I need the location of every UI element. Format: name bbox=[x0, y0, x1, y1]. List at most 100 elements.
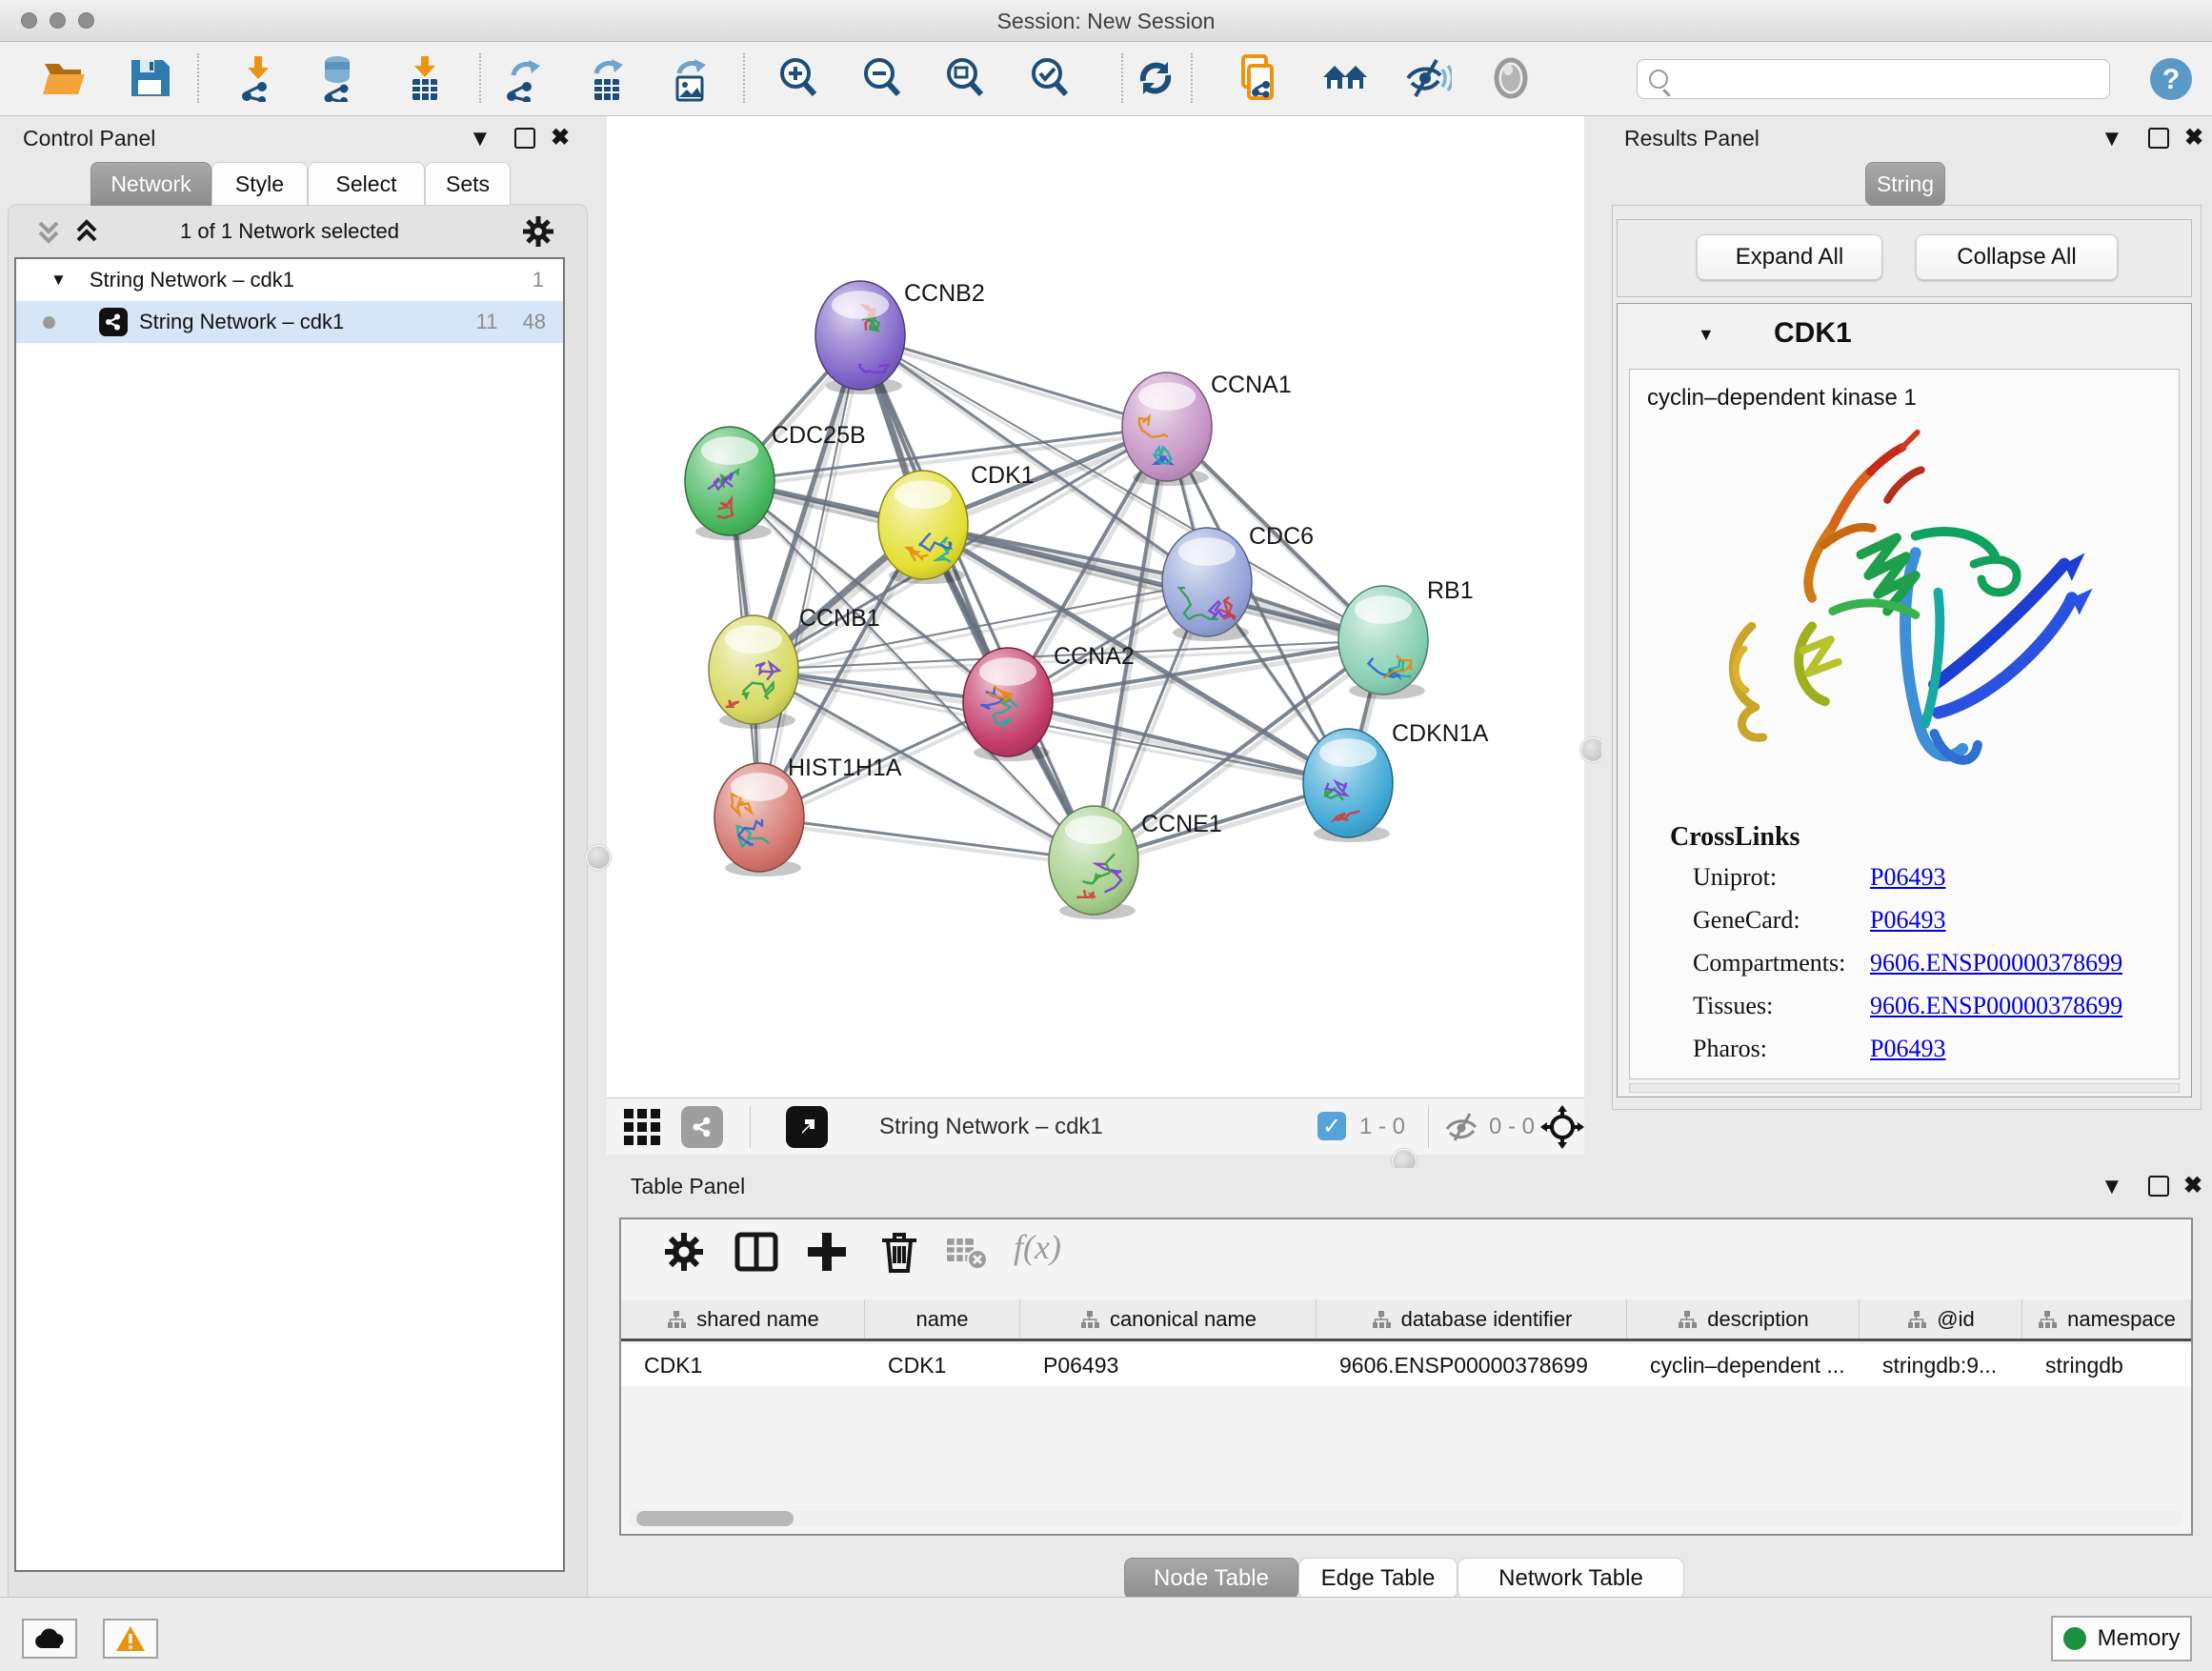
collapse-all-button[interactable]: Collapse All bbox=[1916, 234, 2118, 280]
column-header--id[interactable]: @id bbox=[1860, 1299, 2022, 1339]
tab-sets[interactable]: Sets bbox=[425, 162, 511, 206]
table-hscrollbar-track[interactable] bbox=[629, 1511, 2183, 1526]
table-panel-dock-icon[interactable] bbox=[2148, 1176, 2169, 1197]
network-node-CCNE1[interactable]: CCNE1 bbox=[1049, 806, 1222, 919]
table-panel-close-icon[interactable]: ✖ bbox=[2183, 1175, 2202, 1198]
import-network-database-icon[interactable] bbox=[313, 54, 361, 102]
network-node-HIST1H1A[interactable]: HIST1H1A bbox=[714, 755, 902, 876]
node-label: CDKN1A bbox=[1392, 720, 1489, 747]
network-canvas[interactable]: CCNB2CCNA1CDC25BCDK1CDC6RB1CCNB1CCNA2CDK… bbox=[607, 116, 1584, 1097]
selected-nodes-checkbox[interactable]: ✓ bbox=[1317, 1112, 1346, 1140]
network-node-RB1[interactable]: RB1 bbox=[1338, 577, 1474, 699]
expand-all-button[interactable]: Expand All bbox=[1697, 234, 1882, 280]
open-session-icon[interactable] bbox=[40, 54, 88, 102]
fit-content-crosshair-icon[interactable] bbox=[1540, 1105, 1584, 1149]
network-node-CDKN1A[interactable]: CDKN1A bbox=[1303, 720, 1489, 842]
vertical-splitter[interactable] bbox=[1584, 116, 1601, 1168]
table-cell[interactable]: CDK1 bbox=[621, 1344, 865, 1386]
crosslink-genecard-link[interactable]: P06493 bbox=[1870, 906, 1945, 935]
function-builder-icon[interactable]: f(x) bbox=[1014, 1227, 1061, 1267]
zoom-selected-icon[interactable] bbox=[1026, 54, 1074, 102]
column-header-shared-name[interactable]: shared name bbox=[621, 1299, 865, 1339]
zoom-fit-icon[interactable] bbox=[941, 54, 989, 102]
zoom-out-icon[interactable] bbox=[858, 54, 906, 102]
horizontal-splitter[interactable] bbox=[607, 1155, 1584, 1168]
network-selected-status: 1 of 1 Network selected bbox=[0, 219, 579, 244]
network-collection-row[interactable]: ▼ String Network – cdk1 1 bbox=[16, 259, 563, 301]
results-hscrollbar[interactable] bbox=[1629, 1083, 2180, 1093]
results-panel-dock-icon[interactable] bbox=[2148, 128, 2169, 149]
graphics-details-icon[interactable] bbox=[1487, 54, 1535, 102]
network-node-CDK1[interactable]: CDK1 bbox=[878, 462, 1035, 584]
tab-node-table[interactable]: Node Table bbox=[1124, 1558, 1298, 1600]
results-panel-close-icon[interactable]: ✖ bbox=[2184, 127, 2203, 150]
table-cell[interactable]: P06493 bbox=[1020, 1344, 1317, 1386]
delete-table-icon[interactable] bbox=[941, 1227, 991, 1277]
refresh-icon[interactable] bbox=[1132, 54, 1179, 102]
warning-status-button[interactable] bbox=[103, 1619, 158, 1659]
show-columns-icon[interactable] bbox=[732, 1227, 781, 1277]
node-label: CDC25B bbox=[772, 422, 866, 449]
table-cell[interactable]: CDK1 bbox=[865, 1344, 1020, 1386]
tab-select[interactable]: Select bbox=[308, 162, 425, 206]
import-network-file-icon[interactable] bbox=[233, 54, 281, 102]
memory-button[interactable]: Memory bbox=[2051, 1616, 2192, 1661]
table-cell[interactable]: stringdb bbox=[2022, 1344, 2191, 1386]
network-node-CCNB2[interactable]: CCNB2 bbox=[815, 280, 985, 394]
crosslink-tissues-link[interactable]: 9606.ENSP00000378699 bbox=[1870, 992, 2122, 1020]
help-icon[interactable]: ? bbox=[2149, 57, 2193, 101]
results-panel-float-icon[interactable]: ▼ bbox=[2101, 128, 2123, 151]
cloud-status-button[interactable] bbox=[22, 1619, 77, 1659]
column-header-namespace[interactable]: namespace bbox=[2022, 1299, 2191, 1339]
column-header-name[interactable]: name bbox=[865, 1299, 1020, 1339]
network-edge[interactable] bbox=[759, 817, 1094, 860]
crosslink-uniprot-link[interactable]: P06493 bbox=[1870, 863, 1945, 892]
tab-string-results[interactable]: String bbox=[1865, 162, 1945, 206]
delete-column-icon[interactable] bbox=[875, 1227, 924, 1277]
clone-network-icon[interactable] bbox=[1234, 54, 1281, 102]
control-panel-close-icon[interactable]: ✖ bbox=[551, 127, 570, 150]
import-table-icon[interactable] bbox=[401, 54, 449, 102]
tab-network[interactable]: Network bbox=[90, 162, 211, 206]
network-edge[interactable] bbox=[860, 335, 1167, 427]
tab-style[interactable]: Style bbox=[211, 162, 308, 206]
node-label: HIST1H1A bbox=[788, 755, 902, 781]
hide-eye-icon[interactable] bbox=[1404, 54, 1452, 102]
string-network-graph[interactable]: CCNB2CCNA1CDC25BCDK1CDC6RB1CCNB1CCNA2CDK… bbox=[607, 116, 1584, 1097]
export-network-icon[interactable] bbox=[500, 54, 548, 102]
crosslink-compartments-link[interactable]: 9606.ENSP00000378699 bbox=[1870, 949, 2122, 977]
network-row[interactable]: String Network – cdk1 11 48 bbox=[16, 301, 563, 343]
left-vertical-splitter[interactable] bbox=[590, 116, 607, 1597]
export-image-icon[interactable] bbox=[666, 54, 714, 102]
birds-eye-view-icon[interactable] bbox=[622, 1107, 662, 1147]
table-cell[interactable]: cyclin–dependent ... bbox=[1627, 1344, 1860, 1386]
search-input[interactable] bbox=[1637, 59, 2110, 99]
export-table-icon[interactable] bbox=[583, 54, 631, 102]
table-gear-icon[interactable] bbox=[659, 1227, 709, 1277]
column-header-database-identifier[interactable]: database identifier bbox=[1317, 1299, 1627, 1339]
control-panel-float-icon[interactable]: ▼ bbox=[469, 128, 492, 151]
table-row[interactable]: CDK1CDK1P064939606.ENSP00000378699cyclin… bbox=[621, 1344, 2191, 1386]
crosslink-pharos-link[interactable]: P06493 bbox=[1870, 1035, 1945, 1063]
tab-network-table[interactable]: Network Table bbox=[1458, 1558, 1684, 1600]
save-session-icon[interactable] bbox=[126, 54, 173, 102]
zoom-in-icon[interactable] bbox=[774, 54, 822, 102]
network-edge[interactable] bbox=[860, 335, 1094, 860]
cdk1-collapse-triangle[interactable]: ▼ bbox=[1698, 325, 1715, 345]
table-panel-float-icon[interactable]: ▼ bbox=[2101, 1176, 2123, 1198]
string-share-icon[interactable] bbox=[681, 1106, 723, 1148]
collection-expand-triangle[interactable]: ▼ bbox=[50, 271, 67, 290]
table-hscrollbar-thumb[interactable] bbox=[636, 1511, 794, 1526]
control-panel-dock-icon[interactable] bbox=[514, 128, 535, 149]
houses-icon[interactable] bbox=[1321, 54, 1369, 102]
network-node-CCNB1[interactable]: CCNB1 bbox=[709, 605, 880, 729]
create-column-icon[interactable] bbox=[802, 1227, 852, 1277]
network-options-gear-icon[interactable] bbox=[520, 213, 556, 250]
table-cell[interactable]: 9606.ENSP00000378699 bbox=[1317, 1344, 1627, 1386]
column-header-label: database identifier bbox=[1401, 1307, 1573, 1332]
open-view-in-window-icon[interactable] bbox=[786, 1106, 828, 1148]
tab-edge-table[interactable]: Edge Table bbox=[1298, 1558, 1458, 1600]
column-header-canonical-name[interactable]: canonical name bbox=[1020, 1299, 1317, 1339]
table-cell[interactable]: stringdb:9... bbox=[1860, 1344, 2022, 1386]
column-header-description[interactable]: description bbox=[1627, 1299, 1860, 1339]
